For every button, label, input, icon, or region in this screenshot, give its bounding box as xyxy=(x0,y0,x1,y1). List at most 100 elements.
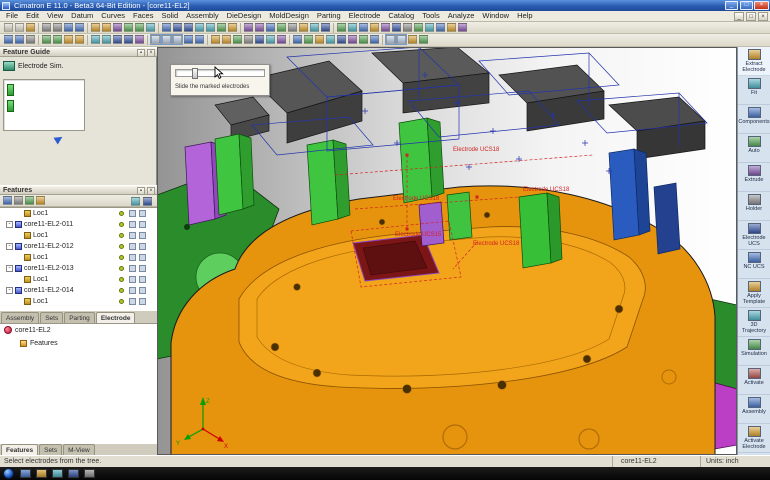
toolbar-icon[interactable] xyxy=(396,34,407,45)
toolbar-icon[interactable] xyxy=(26,35,35,44)
toolbar-icon[interactable] xyxy=(113,23,122,32)
visibility-toggle[interactable] xyxy=(129,254,136,261)
title-bar[interactable]: Cimatron E 11.0 - Beta3 64-Bit Edition -… xyxy=(0,0,770,11)
toolbar-icon[interactable] xyxy=(288,23,297,32)
electrode-slider-handle[interactable] xyxy=(192,68,198,79)
guide-step-icon[interactable] xyxy=(7,100,14,112)
tab-sets[interactable]: Sets xyxy=(40,312,64,323)
visibility-toggle[interactable] xyxy=(129,276,136,283)
feature-guide-list[interactable] xyxy=(3,79,85,131)
toolbar-icon[interactable] xyxy=(408,35,417,44)
toolbar-icon[interactable] xyxy=(370,35,379,44)
tool-extract-electrode[interactable]: Extract Electrode xyxy=(738,47,770,76)
tree-item[interactable]: Loc1 xyxy=(0,252,157,263)
menu-item-diedesign[interactable]: DieDesign xyxy=(223,11,266,21)
toolbar-icon[interactable] xyxy=(385,34,396,45)
toolbar-icon[interactable] xyxy=(172,34,183,45)
toolbar-icon[interactable] xyxy=(146,23,155,32)
tab-features[interactable]: Features xyxy=(1,444,39,455)
tool-activate-electrode[interactable]: Activate Electrode xyxy=(738,424,770,453)
toolbar-icon[interactable] xyxy=(102,23,111,32)
tool-electrode-ucs[interactable]: Electrode UCS xyxy=(738,221,770,250)
blank-toggle[interactable] xyxy=(139,232,146,239)
toolbar-icon[interactable] xyxy=(348,23,357,32)
tool-simulation[interactable]: Simulation xyxy=(738,337,770,366)
toolbar-icon[interactable] xyxy=(458,23,467,32)
toolbar-icon[interactable] xyxy=(359,35,368,44)
toolbar-icon[interactable] xyxy=(403,23,412,32)
refresh-icon[interactable] xyxy=(25,196,34,205)
toolbar-icon[interactable] xyxy=(255,23,264,32)
feature-guide-header[interactable]: Feature Guide ▪ × xyxy=(0,47,157,57)
toolbar-icon[interactable] xyxy=(392,23,401,32)
toolbar-icon[interactable] xyxy=(277,23,286,32)
visibility-toggle[interactable] xyxy=(129,210,136,217)
menu-item-molddesign[interactable]: MoldDesign xyxy=(265,11,313,21)
tab-sets2[interactable]: Sets xyxy=(39,444,63,455)
toolbar-icon[interactable] xyxy=(102,35,111,44)
toolbar-icon[interactable] xyxy=(91,35,100,44)
filter-icon[interactable] xyxy=(14,196,23,205)
toolbar-icon[interactable] xyxy=(244,35,253,44)
blank-toggle[interactable] xyxy=(139,210,146,217)
expand-all-icon[interactable] xyxy=(143,197,152,206)
menu-item-analyze[interactable]: Analyze xyxy=(444,11,479,21)
tree-item[interactable]: - core11-EL2-012 xyxy=(0,241,157,252)
tool-assembly[interactable]: Assembly xyxy=(738,395,770,424)
toolbar-icon[interactable] xyxy=(135,23,144,32)
toolbar-icon[interactable] xyxy=(337,23,346,32)
tool-extrude[interactable]: Extrude xyxy=(738,163,770,192)
collapse-all-icon[interactable] xyxy=(131,197,140,206)
electrode-green[interactable] xyxy=(398,117,433,204)
toolbar-icon[interactable] xyxy=(42,35,51,44)
menu-item-solid[interactable]: Solid xyxy=(157,11,182,21)
toolbar-icon[interactable] xyxy=(233,35,242,44)
tool-nc-ucs[interactable]: NC UCS xyxy=(738,250,770,279)
toolbar-icon[interactable] xyxy=(244,23,253,32)
menu-item-edit[interactable]: Edit xyxy=(22,11,43,21)
toolbar-icon[interactable] xyxy=(26,23,35,32)
electrode-sim-item[interactable]: Electrode Sim. xyxy=(3,60,64,74)
cimatron-taskbar-icon[interactable] xyxy=(68,469,79,478)
toolbar-icon[interactable] xyxy=(326,35,335,44)
toolbar-icon[interactable] xyxy=(299,23,308,32)
expand-toggle[interactable]: - xyxy=(6,264,13,272)
toolbar-icon[interactable] xyxy=(150,34,161,45)
toolbar-icon[interactable] xyxy=(381,23,390,32)
toolbar-icon[interactable] xyxy=(228,23,237,32)
toolbar-icon[interactable] xyxy=(321,23,330,32)
media-player-icon[interactable] xyxy=(52,469,63,478)
toolbar-icon[interactable] xyxy=(162,23,171,32)
visibility-toggle[interactable] xyxy=(129,243,136,250)
maximize-button[interactable]: □ xyxy=(740,1,753,10)
folder-icon[interactable] xyxy=(36,469,47,478)
blank-toggle[interactable] xyxy=(139,276,146,283)
start-button[interactable] xyxy=(3,468,14,479)
toolbar-icon[interactable] xyxy=(277,35,286,44)
menu-item-curves[interactable]: Curves xyxy=(97,11,129,21)
electrode-green[interactable] xyxy=(306,139,339,226)
toolbar-icon[interactable] xyxy=(222,35,231,44)
toolbar-icon[interactable] xyxy=(304,35,313,44)
toolbar-icon[interactable] xyxy=(135,35,144,44)
electrode-purple[interactable] xyxy=(184,141,216,226)
visibility-toggle[interactable] xyxy=(129,287,136,294)
tab-electrode[interactable]: Electrode xyxy=(95,312,136,323)
toolbar-icon[interactable] xyxy=(447,23,456,32)
tree-item[interactable]: Features xyxy=(0,337,157,350)
toolbar-icon[interactable] xyxy=(53,23,62,32)
tab-assembly[interactable]: Assembly xyxy=(1,312,40,323)
toolbar-icon[interactable] xyxy=(419,35,428,44)
blank-toggle[interactable] xyxy=(139,265,146,272)
tree-item[interactable]: Loc1 xyxy=(0,296,157,307)
features-header[interactable]: Features ▪ × xyxy=(0,185,157,195)
toolbar-icon[interactable] xyxy=(310,23,319,32)
toolbar-icon[interactable] xyxy=(91,23,100,32)
blank-toggle[interactable] xyxy=(139,287,146,294)
tree-item[interactable]: - core11-EL2-013 xyxy=(0,263,157,274)
menu-item-electrode[interactable]: Electrode xyxy=(345,11,385,21)
tab-parting[interactable]: Parting xyxy=(64,312,95,323)
toolbar-icon[interactable] xyxy=(161,34,172,45)
menu-item-help[interactable]: Help xyxy=(513,11,536,21)
close-panel-icon[interactable]: × xyxy=(147,49,155,57)
